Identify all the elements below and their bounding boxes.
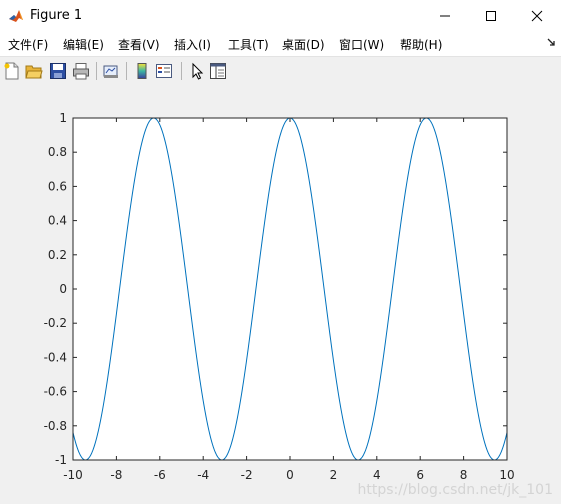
- x-tick-label: 8: [460, 468, 468, 482]
- menu-help[interactable]: 帮助(H): [400, 36, 442, 53]
- toolbar-separator: [126, 62, 127, 80]
- figure-canvas: -10 -8 -6 -4 -2 0 2 4 6 8 10 -1 -0.8 -0.6 -0.4 -0.2 0 0.2…: [0, 85, 561, 504]
- menu-window[interactable]: 窗口(W): [339, 36, 384, 53]
- x-tick-label: 0: [286, 468, 294, 482]
- x-tick-label: 10: [499, 468, 514, 482]
- maximize-button[interactable]: [468, 0, 514, 32]
- y-tick-label: -1: [55, 453, 67, 467]
- y-tick-label: -0.8: [44, 419, 67, 433]
- menu-insert[interactable]: 插入(I): [174, 36, 211, 53]
- y-tick-label: -0.6: [44, 385, 67, 399]
- select-arrow-icon[interactable]: [188, 62, 206, 80]
- y-tick-label: 1: [59, 111, 67, 125]
- menu-file[interactable]: 文件(F): [8, 36, 48, 53]
- x-tick-label: -2: [241, 468, 253, 482]
- matlab-logo-icon: [8, 8, 24, 24]
- axes-background: [73, 118, 507, 460]
- toolbar-separator: [96, 62, 97, 80]
- save-icon[interactable]: [49, 62, 67, 80]
- y-tick-label: 0.4: [48, 214, 67, 228]
- minimize-icon: [440, 15, 450, 17]
- menu-bar: 文件(F) 编辑(E) 查看(V) 插入(I) 工具(T) 桌面(D) 窗口(W…: [0, 32, 561, 56]
- y-tick-label: 0.2: [48, 248, 67, 262]
- x-tick-label: -8: [110, 468, 122, 482]
- watermark-text: https://blog.csdn.net/jk_101: [357, 482, 553, 498]
- menu-view[interactable]: 查看(V): [118, 36, 160, 53]
- dock-arrow-icon[interactable]: [547, 38, 555, 46]
- link-plot-icon[interactable]: [102, 62, 120, 80]
- menu-desktop[interactable]: 桌面(D): [282, 36, 325, 53]
- colorbar-icon[interactable]: [133, 62, 151, 80]
- legend-icon[interactable]: [155, 62, 173, 80]
- x-tick-label: 6: [416, 468, 424, 482]
- plot-axes[interactable]: -10 -8 -6 -4 -2 0 2 4 6 8 10 -1 -0.8 -0.6 -0.4 -0.2 0 0.2…: [0, 85, 561, 504]
- window-title: Figure 1: [30, 8, 83, 23]
- close-button[interactable]: [514, 0, 560, 32]
- menu-tools[interactable]: 工具(T): [228, 36, 269, 53]
- y-tick-label: 0.6: [48, 179, 67, 193]
- property-inspector-icon[interactable]: [209, 62, 227, 80]
- new-figure-icon[interactable]: [3, 62, 21, 80]
- toolbar: [0, 56, 561, 86]
- x-tick-label: -6: [154, 468, 166, 482]
- x-tick-label: -10: [63, 468, 83, 482]
- x-tick-label: -4: [197, 468, 209, 482]
- y-tick-label: -0.2: [44, 316, 67, 330]
- x-tick-label: 2: [330, 468, 338, 482]
- maximize-icon: [486, 11, 496, 21]
- open-file-icon[interactable]: [25, 62, 43, 80]
- toolbar-separator: [181, 62, 182, 80]
- y-tick-label: 0: [59, 282, 67, 296]
- minimize-button[interactable]: [422, 0, 468, 32]
- x-tick-label: 4: [373, 468, 381, 482]
- title-bar[interactable]: Figure 1: [0, 0, 561, 32]
- close-icon: [531, 10, 543, 22]
- print-icon[interactable]: [72, 62, 90, 80]
- y-tick-label: 0.8: [48, 145, 67, 159]
- y-tick-label: -0.4: [44, 350, 67, 364]
- menu-edit[interactable]: 编辑(E): [63, 36, 104, 53]
